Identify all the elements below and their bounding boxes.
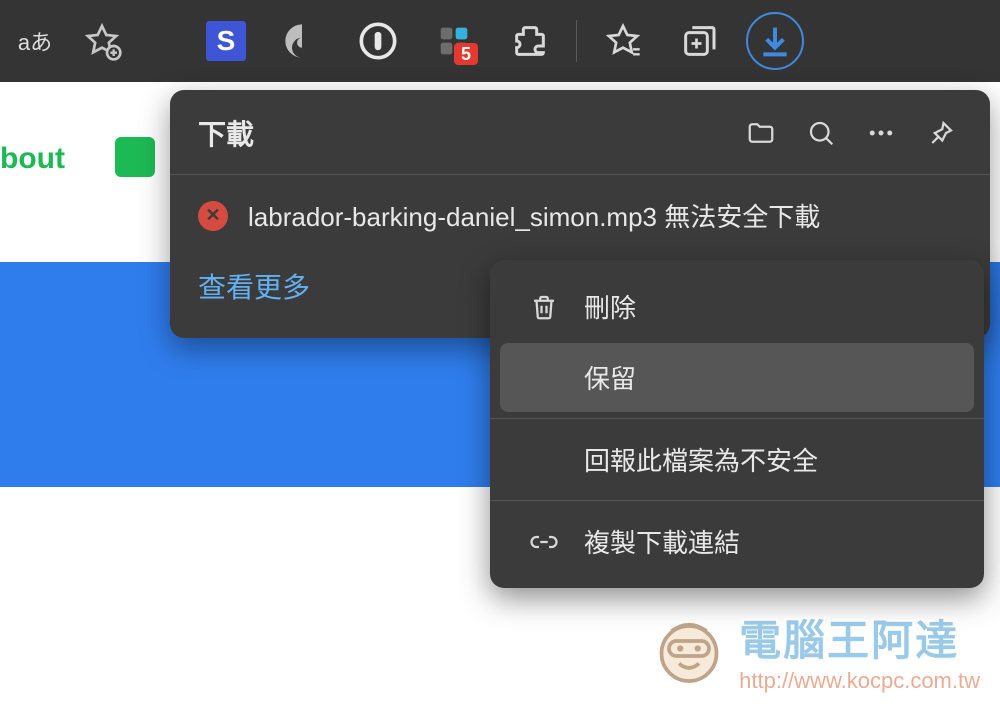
- badge-count: 5: [454, 43, 478, 65]
- ellipsis-icon: [866, 118, 896, 148]
- menu-copy-link[interactable]: 複製下載連結: [500, 507, 974, 576]
- more-options-button[interactable]: [858, 110, 904, 156]
- mascot-icon: [649, 611, 729, 691]
- extension-swirl-button[interactable]: [268, 11, 336, 71]
- favorites-button[interactable]: [589, 11, 657, 71]
- folder-icon: [746, 118, 776, 148]
- error-icon: ✕: [198, 201, 228, 231]
- extensions-button[interactable]: [496, 11, 564, 71]
- green-badge: [115, 137, 155, 177]
- swirl-icon: [282, 21, 322, 61]
- download-item[interactable]: ✕ labrador-barking-daniel_simon.mp3 無法安全…: [170, 175, 990, 248]
- menu-report-unsafe[interactable]: 回報此檔案為不安全: [500, 425, 974, 494]
- star-lines-icon: [603, 21, 643, 61]
- download-item-text: labrador-barking-daniel_simon.mp3 無法安全下載: [248, 197, 820, 234]
- search-icon: [806, 118, 836, 148]
- menu-delete-label: 刪除: [584, 288, 636, 325]
- toolbar-divider: [576, 20, 577, 62]
- collections-icon: [679, 21, 719, 61]
- context-menu: 刪除 保留 回報此檔案為不安全 複製下載連結: [490, 260, 984, 588]
- puzzle-icon: [510, 21, 550, 61]
- download-circle-icon: [746, 12, 804, 70]
- extension-s-button[interactable]: S: [192, 11, 260, 71]
- trash-icon: [526, 289, 562, 325]
- menu-divider: [490, 418, 984, 419]
- downloads-button[interactable]: [741, 11, 809, 71]
- watermark: 電腦王阿達 http://www.kocpc.com.tw: [649, 607, 980, 694]
- menu-delete[interactable]: 刪除: [500, 272, 974, 341]
- menu-report-label: 回報此檔案為不安全: [584, 441, 818, 478]
- s-icon: S: [206, 21, 246, 61]
- collections-button[interactable]: [665, 11, 733, 71]
- search-downloads-button[interactable]: [798, 110, 844, 156]
- pin-icon: [926, 118, 956, 148]
- menu-copy-link-label: 複製下載連結: [584, 523, 740, 560]
- watermark-url: http://www.kocpc.com.tw: [739, 668, 980, 694]
- blank-icon: [526, 360, 562, 396]
- extension-grid-button[interactable]: 5: [420, 11, 488, 71]
- menu-divider: [490, 500, 984, 501]
- downloads-title: 下載: [198, 113, 254, 153]
- open-folder-button[interactable]: [738, 110, 784, 156]
- onepassword-icon: [358, 21, 398, 61]
- about-link[interactable]: bout: [0, 142, 65, 176]
- menu-keep-label: 保留: [584, 359, 636, 396]
- link-icon: [526, 524, 562, 560]
- watermark-title: 電腦王阿達: [739, 607, 980, 668]
- browser-toolbar: aあ S 5: [0, 0, 1000, 82]
- downloads-header: 下載: [170, 90, 990, 174]
- blank-icon: [526, 442, 562, 478]
- translate-button[interactable]: aあ: [10, 11, 60, 71]
- pin-button[interactable]: [918, 110, 964, 156]
- favorite-add-button[interactable]: [68, 11, 136, 71]
- extension-1password-button[interactable]: [344, 11, 412, 71]
- menu-keep[interactable]: 保留: [500, 343, 974, 412]
